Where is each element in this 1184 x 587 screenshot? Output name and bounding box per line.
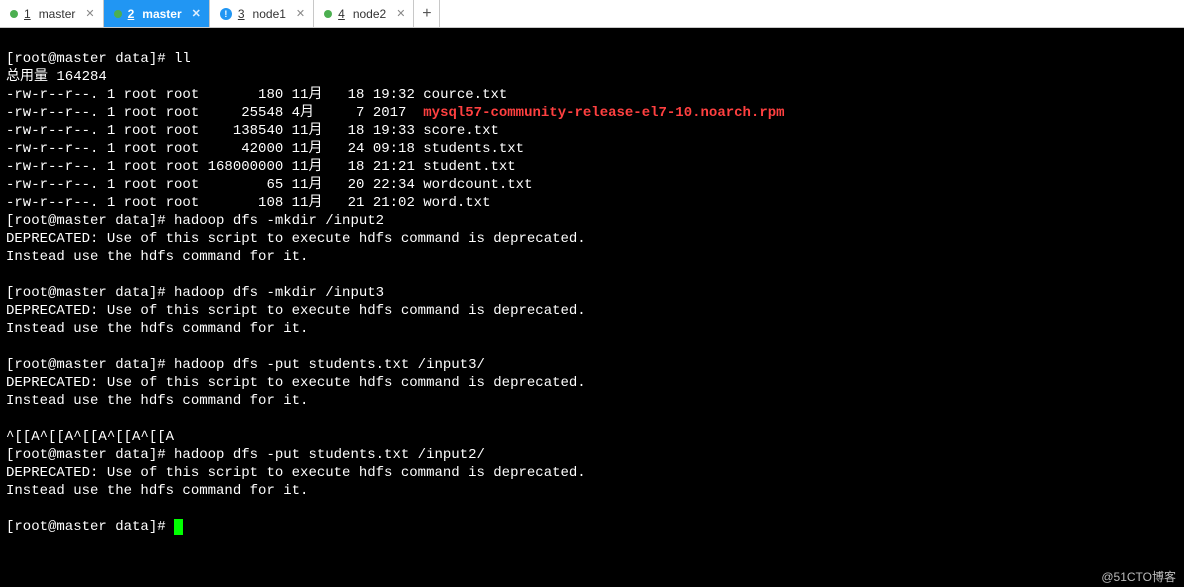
tab-number: 1: [24, 7, 31, 21]
tab-3-node1[interactable]: ! 3 node1 ✕: [210, 0, 314, 27]
plus-icon: +: [422, 5, 431, 23]
status-dot-icon: [114, 10, 122, 18]
tab-1-master[interactable]: 1 master ✕: [0, 0, 104, 27]
tab-bar: 1 master ✕ 2 master ✕ ! 3 node1 ✕ 4 node…: [0, 0, 1184, 28]
tab-label: master: [39, 7, 76, 21]
terminal-cursor: [174, 519, 183, 535]
tab-label: master: [142, 7, 181, 21]
tab-label: node1: [253, 7, 286, 21]
close-icon[interactable]: ✕: [85, 7, 94, 20]
watermark: @51CTO博客: [1101, 568, 1176, 585]
terminal-output[interactable]: [root@master data]# ll 总用量 164284 -rw-r-…: [0, 28, 1184, 587]
close-icon[interactable]: ✕: [296, 7, 305, 20]
tab-label: node2: [353, 7, 386, 21]
add-tab-button[interactable]: +: [414, 0, 440, 27]
tab-2-master[interactable]: 2 master ✕: [104, 0, 210, 27]
status-dot-icon: [324, 10, 332, 18]
tab-number: 2: [128, 7, 135, 21]
close-icon[interactable]: ✕: [396, 7, 405, 20]
tab-number: 4: [338, 7, 345, 21]
close-icon[interactable]: ✕: [192, 7, 201, 20]
tab-number: 3: [238, 7, 245, 21]
status-dot-icon: [10, 10, 18, 18]
info-dot-icon: !: [220, 8, 232, 20]
tab-4-node2[interactable]: 4 node2 ✕: [314, 0, 414, 27]
